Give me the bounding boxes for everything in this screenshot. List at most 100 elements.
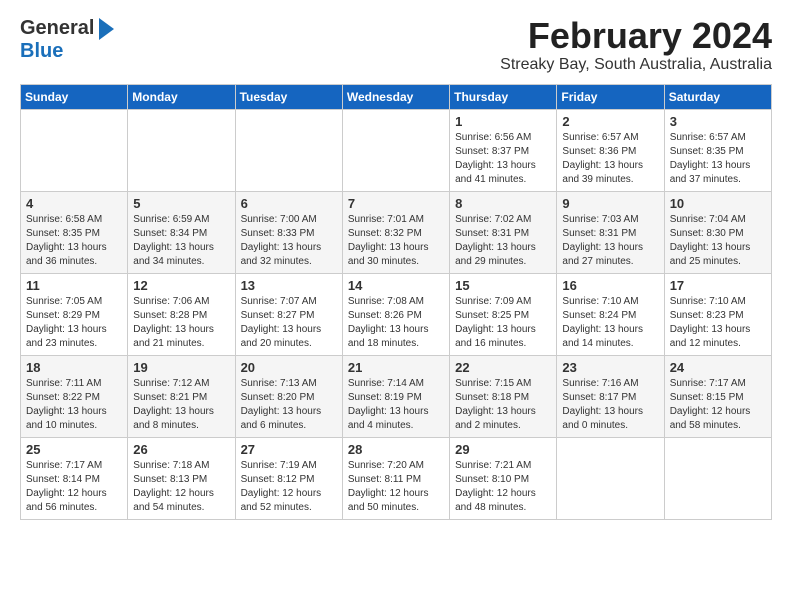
col-header-saturday: Saturday [664,84,771,109]
day-info: Sunrise: 6:57 AM Sunset: 8:36 PM Dayligh… [562,131,658,187]
calendar-cell: 23 Sunrise: 7:16 AM Sunset: 8:17 PM Dayli… [557,355,664,437]
header: General Blue February 2024 Streaky Bay, … [20,16,772,74]
day-number: 10 [670,196,766,211]
day-number: 4 [26,196,122,211]
day-number: 3 [670,114,766,129]
calendar-cell: 10 Sunrise: 7:04 AM Sunset: 8:30 PM Dayli… [664,191,771,273]
day-info: Sunrise: 7:01 AM Sunset: 8:32 PM Dayligh… [348,213,444,269]
day-info: Sunrise: 7:18 AM Sunset: 8:13 PM Dayligh… [133,459,229,515]
day-number: 1 [455,114,551,129]
day-info: Sunrise: 7:21 AM Sunset: 8:10 PM Dayligh… [455,459,551,515]
logo-arrow-icon [99,18,114,40]
calendar-cell [235,109,342,191]
week-row-1: 1Sunrise: 6:56 AM Sunset: 8:37 PM Daylig… [21,109,772,191]
day-info: Sunrise: 7:05 AM Sunset: 8:29 PM Dayligh… [26,295,122,351]
calendar-cell: 21 Sunrise: 7:14 AM Sunset: 8:19 PM Dayli… [342,355,449,437]
logo-blue: Blue [20,40,114,62]
day-info: Sunrise: 7:10 AM Sunset: 8:24 PM Dayligh… [562,295,658,351]
calendar-cell: 12Sunrise: 7:06 AM Sunset: 8:28 PM Dayli… [128,273,235,355]
col-header-friday: Friday [557,84,664,109]
col-header-tuesday: Tuesday [235,84,342,109]
location: Streaky Bay, South Australia, Australia [500,56,772,74]
calendar-cell: 8 Sunrise: 7:02 AM Sunset: 8:31 PM Daylig… [450,191,557,273]
day-info: Sunrise: 7:16 AM Sunset: 8:17 PM Dayligh… [562,377,658,433]
calendar-cell: 9 Sunrise: 7:03 AM Sunset: 8:31 PM Daylig… [557,191,664,273]
day-info: Sunrise: 7:03 AM Sunset: 8:31 PM Dayligh… [562,213,658,269]
day-info: Sunrise: 7:20 AM Sunset: 8:11 PM Dayligh… [348,459,444,515]
calendar-cell: 14Sunrise: 7:08 AM Sunset: 8:26 PM Dayli… [342,273,449,355]
calendar-cell: 26 Sunrise: 7:18 AM Sunset: 8:13 PM Dayli… [128,437,235,519]
calendar-cell: 20Sunrise: 7:13 AM Sunset: 8:20 PM Dayli… [235,355,342,437]
calendar-cell: 17 Sunrise: 7:10 AM Sunset: 8:23 PM Dayli… [664,273,771,355]
day-info: Sunrise: 7:12 AM Sunset: 8:21 PM Dayligh… [133,377,229,433]
calendar-cell [664,437,771,519]
calendar-cell: 27 Sunrise: 7:19 AM Sunset: 8:12 PM Dayli… [235,437,342,519]
calendar-cell: 1Sunrise: 6:56 AM Sunset: 8:37 PM Daylig… [450,109,557,191]
logo-text-block: General Blue [20,16,114,62]
page: General Blue February 2024 Streaky Bay, … [0,0,792,532]
day-info: Sunrise: 7:02 AM Sunset: 8:31 PM Dayligh… [455,213,551,269]
calendar-cell [342,109,449,191]
day-info: Sunrise: 7:07 AM Sunset: 8:27 PM Dayligh… [241,295,337,351]
day-number: 27 [241,442,337,457]
col-header-wednesday: Wednesday [342,84,449,109]
logo: General Blue [20,16,114,62]
day-number: 11 [26,278,122,293]
calendar-cell [21,109,128,191]
calendar-cell [128,109,235,191]
calendar-cell [557,437,664,519]
col-header-monday: Monday [128,84,235,109]
calendar-table: SundayMondayTuesdayWednesdayThursdayFrid… [20,84,772,520]
week-row-5: 25 Sunrise: 7:17 AM Sunset: 8:14 PM Dayli… [21,437,772,519]
day-info: Sunrise: 7:15 AM Sunset: 8:18 PM Dayligh… [455,377,551,433]
calendar-cell: 2 Sunrise: 6:57 AM Sunset: 8:36 PM Daylig… [557,109,664,191]
day-info: Sunrise: 6:59 AM Sunset: 8:34 PM Dayligh… [133,213,229,269]
calendar-cell: 25 Sunrise: 7:17 AM Sunset: 8:14 PM Dayli… [21,437,128,519]
calendar-cell: 24Sunrise: 7:17 AM Sunset: 8:15 PM Dayli… [664,355,771,437]
calendar-cell: 19 Sunrise: 7:12 AM Sunset: 8:21 PM Dayli… [128,355,235,437]
day-number: 22 [455,360,551,375]
calendar-cell: 22 Sunrise: 7:15 AM Sunset: 8:18 PM Dayli… [450,355,557,437]
day-number: 8 [455,196,551,211]
logo-general: General [20,17,94,39]
day-info: Sunrise: 7:04 AM Sunset: 8:30 PM Dayligh… [670,213,766,269]
day-number: 25 [26,442,122,457]
day-info: Sunrise: 7:19 AM Sunset: 8:12 PM Dayligh… [241,459,337,515]
calendar-cell: 4 Sunrise: 6:58 AM Sunset: 8:35 PM Daylig… [21,191,128,273]
col-header-thursday: Thursday [450,84,557,109]
day-info: Sunrise: 7:17 AM Sunset: 8:14 PM Dayligh… [26,459,122,515]
day-info: Sunrise: 7:13 AM Sunset: 8:20 PM Dayligh… [241,377,337,433]
day-number: 16 [562,278,658,293]
month-title: February 2024 [500,16,772,56]
day-number: 19 [133,360,229,375]
calendar-cell: 28 Sunrise: 7:20 AM Sunset: 8:11 PM Dayli… [342,437,449,519]
day-info: Sunrise: 7:06 AM Sunset: 8:28 PM Dayligh… [133,295,229,351]
day-number: 24 [670,360,766,375]
day-number: 2 [562,114,658,129]
day-number: 17 [670,278,766,293]
day-number: 29 [455,442,551,457]
day-info: Sunrise: 7:11 AM Sunset: 8:22 PM Dayligh… [26,377,122,433]
calendar-cell: 6Sunrise: 7:00 AM Sunset: 8:33 PM Daylig… [235,191,342,273]
day-number: 14 [348,278,444,293]
day-number: 23 [562,360,658,375]
title-block: February 2024 Streaky Bay, South Austral… [500,16,772,74]
day-info: Sunrise: 7:09 AM Sunset: 8:25 PM Dayligh… [455,295,551,351]
calendar-cell: 5Sunrise: 6:59 AM Sunset: 8:34 PM Daylig… [128,191,235,273]
day-number: 21 [348,360,444,375]
day-info: Sunrise: 6:57 AM Sunset: 8:35 PM Dayligh… [670,131,766,187]
day-info: Sunrise: 6:58 AM Sunset: 8:35 PM Dayligh… [26,213,122,269]
calendar-cell: 11 Sunrise: 7:05 AM Sunset: 8:29 PM Dayli… [21,273,128,355]
calendar-cell: 16 Sunrise: 7:10 AM Sunset: 8:24 PM Dayli… [557,273,664,355]
day-number: 9 [562,196,658,211]
calendar-cell: 3 Sunrise: 6:57 AM Sunset: 8:35 PM Daylig… [664,109,771,191]
day-number: 26 [133,442,229,457]
calendar-cell: 7Sunrise: 7:01 AM Sunset: 8:32 PM Daylig… [342,191,449,273]
day-info: Sunrise: 7:10 AM Sunset: 8:23 PM Dayligh… [670,295,766,351]
day-info: Sunrise: 7:14 AM Sunset: 8:19 PM Dayligh… [348,377,444,433]
calendar-cell: 13 Sunrise: 7:07 AM Sunset: 8:27 PM Dayli… [235,273,342,355]
day-number: 13 [241,278,337,293]
calendar-cell: 15 Sunrise: 7:09 AM Sunset: 8:25 PM Dayli… [450,273,557,355]
day-number: 28 [348,442,444,457]
day-number: 15 [455,278,551,293]
